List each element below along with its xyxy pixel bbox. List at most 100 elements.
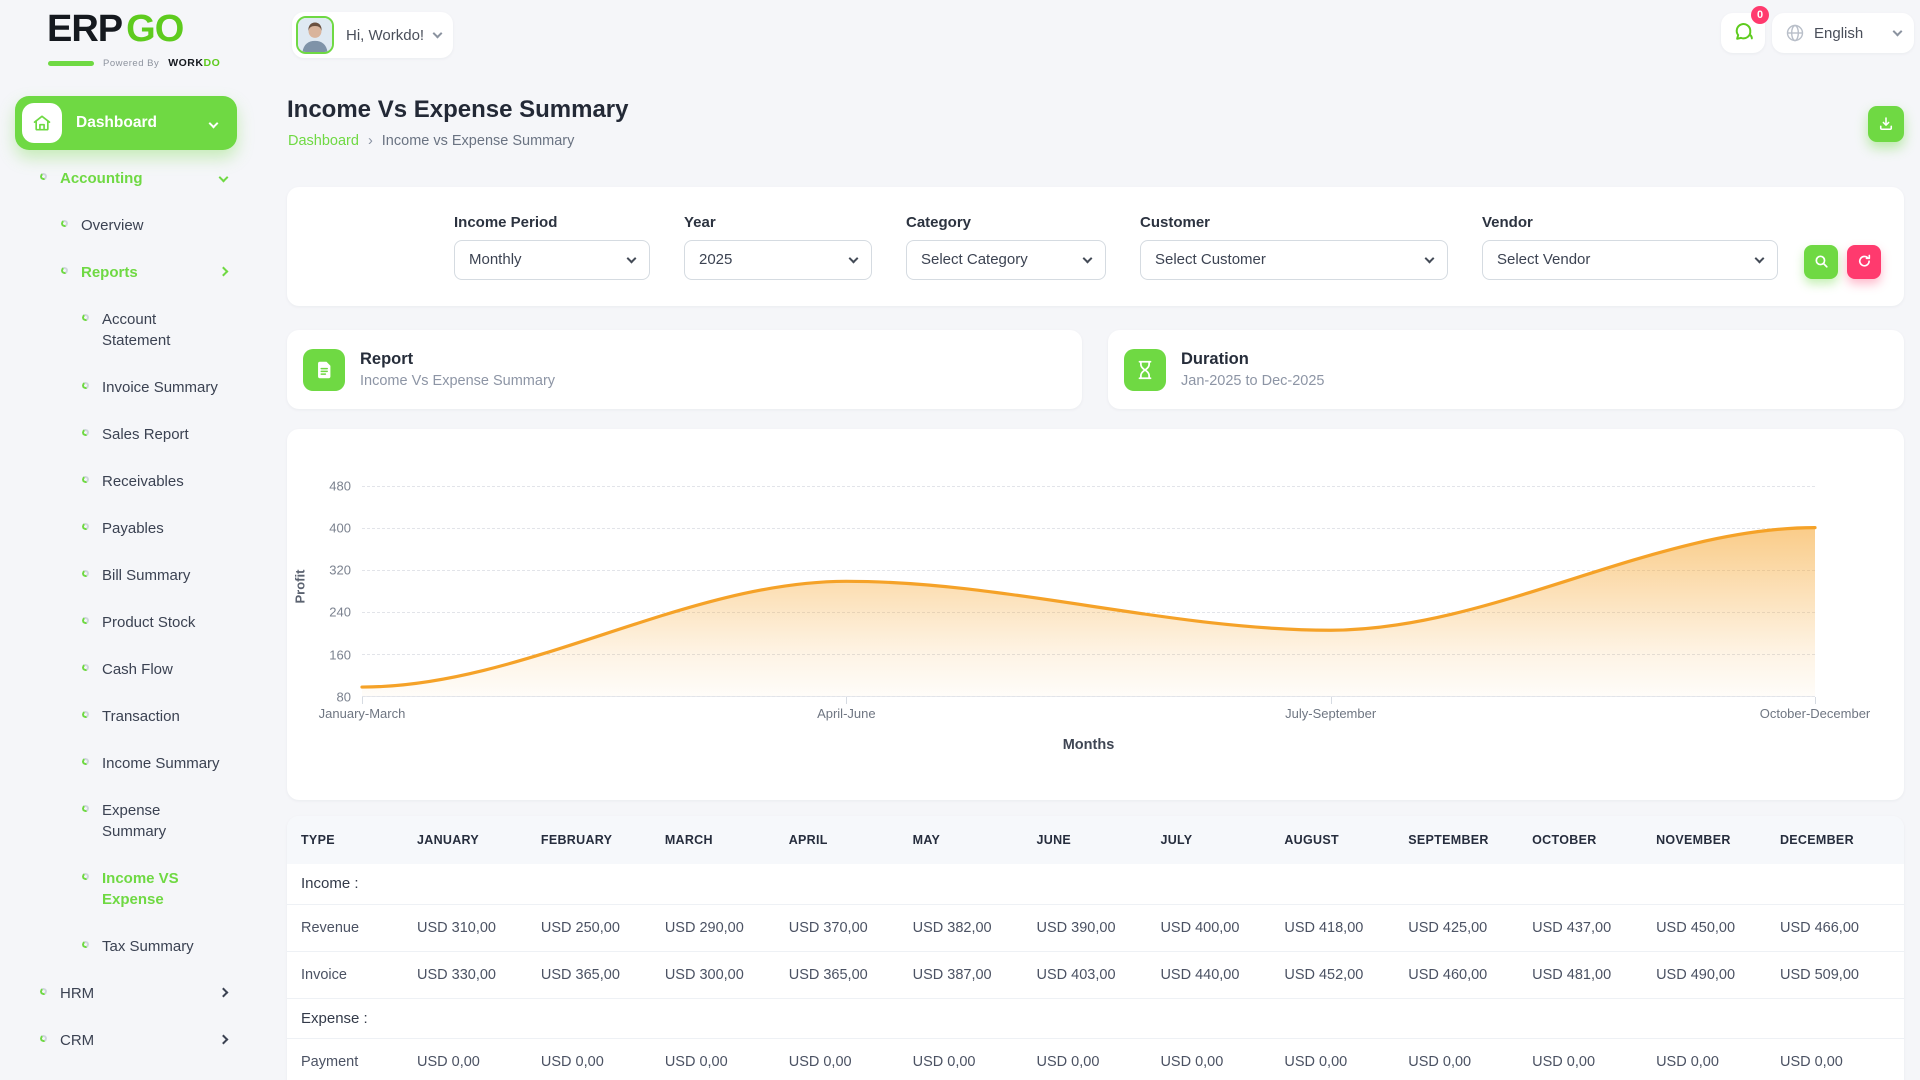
amount-cell: USD 400,00 [1160,903,1285,951]
column-header-march: MARCH [664,833,713,847]
bullet-icon [81,313,90,322]
language-label: English [1814,24,1864,42]
notifications-button[interactable]: 0 [1721,6,1769,53]
amount-cell: USD 0,00 [912,1037,1037,1080]
category-select[interactable]: Select Category [906,239,1106,280]
sidebar-item-transaction[interactable]: Transaction [0,693,287,740]
amount-cell: USD 460,00 [1408,950,1533,998]
column-header-july: JULY [1160,833,1193,847]
row-type: Invoice [287,950,417,998]
column-header-may: MAY [912,833,941,847]
sidebar-item-label: Account Statement [102,311,171,349]
page-title: Income Vs Expense Summary [287,96,629,123]
download-button[interactable] [1868,106,1904,142]
amount-cell: USD 310,00 [417,903,541,951]
amount-cell: USD 403,00 [1036,950,1161,998]
report-card-subtitle: Income Vs Expense Summary [360,373,556,389]
filter-field-income-period: Income Period Monthly [454,214,650,280]
sidebar-item-label: Sales Report [102,426,189,443]
sidebar-item-accounting[interactable]: Accounting [0,155,287,202]
dashboard-label: Dashboard [76,114,157,131]
amount-cell: USD 440,00 [1160,950,1285,998]
sidebar-item-sales-report[interactable]: Sales Report [0,411,287,458]
search-button[interactable] [1804,244,1838,279]
y-tick-label: 320 [329,562,351,578]
column-header-september: SEPTEMBER [1408,833,1489,847]
bullet-icon [81,616,90,625]
sidebar-item-tax-summary[interactable]: Tax Summary [0,923,287,970]
sidebar-item-payables[interactable]: Payables [0,505,287,552]
column-header-december: DECEMBER [1779,833,1854,847]
sidebar-item-label: Product Stock [102,614,196,631]
sidebar-item-product-stock[interactable]: Product Stock [0,599,287,646]
logo-tagline: Powered By WORKDO [48,57,220,69]
sidebar-item-cash-flow[interactable]: Cash Flow [0,646,287,693]
duration-card-title: Duration [1181,350,1249,368]
column-header-october: OCTOBER [1532,833,1597,847]
sidebar-nav: Accounting Overview Reports Account Stateme… [0,155,287,1064]
sidebar-item-crm[interactable]: CRM [0,1017,287,1064]
section-label: Income : [301,875,359,893]
filter-field-customer: Customer Select Customer [1140,214,1448,280]
sidebar-item-invoice-summary[interactable]: Invoice Summary [0,364,287,411]
sidebar-item-receivables[interactable]: Receivables [0,458,287,505]
x-tick-label: July-September [1285,706,1377,721]
sidebar-item-label: Payables [102,520,164,537]
bullet-icon [81,663,90,672]
amount-cell: USD 382,00 [912,903,1037,951]
bullet-icon [60,219,69,228]
bullet-icon [81,757,90,766]
sidebar-item-label: Accounting [60,170,143,187]
sidebar-item-account-statement[interactable]: Account Statement [0,296,287,364]
amount-cell: USD 370,00 [788,903,913,951]
select-value: Monthly [469,251,522,268]
sidebar-item-label: Transaction [102,708,180,725]
chat-icon [1735,22,1753,40]
amount-cell: USD 0,00 [540,1037,665,1080]
breadcrumb-separator: › [367,133,373,149]
sidebar-item-income-vs-expense[interactable]: Income VS Expense [0,855,287,923]
sidebar-item-label: Cash Flow [102,661,173,678]
income-period-select[interactable]: Monthly [454,239,650,280]
gridline [362,696,1815,697]
filter-label: Income Period [454,213,558,231]
sidebar-item-dashboard[interactable]: Dashboard [15,96,237,150]
select-value: Select Customer [1155,251,1266,268]
sidebar-item-expense-summary[interactable]: Expense Summary [0,787,287,855]
breadcrumb-dashboard-link[interactable]: Dashboard [288,133,359,149]
sidebar-item-reports[interactable]: Reports [0,249,287,296]
reset-button[interactable] [1847,244,1881,279]
download-icon [1879,117,1893,131]
amount-cell: USD 418,00 [1284,903,1409,951]
customer-select[interactable]: Select Customer [1140,239,1448,280]
sidebar-item-label: Reports [81,264,138,281]
amount-cell: USD 425,00 [1408,903,1533,951]
x-tick-label: April-June [817,706,876,721]
sidebar-item-hrm[interactable]: HRM [0,970,287,1017]
amount-cell: USD 0,00 [788,1037,913,1080]
sidebar-item-label: Income Summary [102,755,220,772]
globe-icon [1786,24,1804,42]
sidebar-item-label: Invoice Summary [102,379,218,396]
sidebar-item-overview[interactable]: Overview [0,202,287,249]
filter-bar: Income Period Monthly Year 2025 Category Sele… [287,187,1904,306]
duration-card-subtitle: Jan-2025 to Dec-2025 [1181,373,1325,389]
amount-cell: USD 450,00 [1656,903,1780,951]
sidebar-item-income-summary[interactable]: Income Summary [0,740,287,787]
bullet-icon [81,428,90,437]
amount-cell: USD 330,00 [417,950,541,998]
year-select[interactable]: 2025 [684,239,872,280]
language-selector[interactable]: English [1772,13,1914,53]
sidebar-item-bill-summary[interactable]: Bill Summary [0,552,287,599]
amount-cell: USD 250,00 [540,903,665,951]
chevron-right-icon [218,266,229,277]
chart-plot-area [362,475,1815,704]
vendor-select[interactable]: Select Vendor [1482,239,1778,280]
y-tick-label: 240 [329,604,351,620]
chevron-down-icon [1424,253,1435,263]
bullet-icon [81,381,90,390]
chart-x-axis-title: Months [1062,737,1115,753]
user-menu[interactable]: Hi, Workdo! [292,12,454,58]
chevron-down-icon [208,118,219,128]
amount-cell: USD 300,00 [664,950,789,998]
